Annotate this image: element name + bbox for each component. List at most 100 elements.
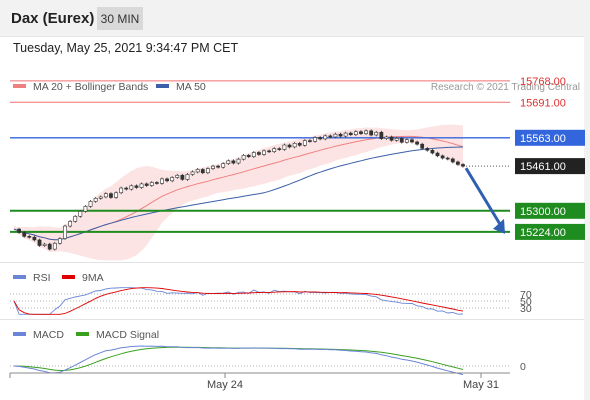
candle-body: [435, 152, 440, 157]
candle-body: [175, 174, 180, 178]
candle-body: [450, 158, 455, 163]
candle-body: [302, 140, 307, 146]
candle-body: [277, 148, 282, 150]
candle-body: [205, 168, 210, 174]
candle-body: [236, 158, 241, 164]
candle-body: [144, 183, 149, 186]
candle-body: [52, 242, 57, 250]
candle-body: [216, 165, 220, 168]
candle-body: [185, 174, 190, 180]
candle-body: [318, 137, 323, 140]
candle-body: [262, 150, 266, 155]
candle-body: [180, 174, 185, 180]
candle-body: [154, 182, 159, 184]
legend-swatch-1: [156, 84, 169, 88]
candle-body: [379, 131, 384, 139]
price-chart: MA 20 + Bollinger Bands MA 50 Research © 2…: [0, 0, 590, 400]
candle-body: [190, 171, 195, 175]
candle-body: [98, 196, 103, 199]
macd-line: [13, 345, 464, 376]
rsi-level-label: 30: [520, 303, 532, 315]
candle-body: [195, 169, 200, 173]
candle-body: [267, 150, 272, 153]
candle-body: [231, 160, 236, 164]
candle-body: [455, 161, 460, 165]
candle-body: [287, 144, 292, 148]
candle-body: [430, 149, 435, 154]
candle-body: [241, 154, 246, 160]
candle-body: [348, 132, 353, 136]
candle-body: [124, 187, 129, 190]
candle-body: [308, 140, 312, 142]
legend-label-0: MA 20 + Bollinger Bands: [33, 81, 148, 93]
candle-body: [328, 135, 333, 138]
candle-body: [42, 243, 47, 246]
candle-body: [359, 131, 363, 134]
macd-zero-label: 0: [520, 361, 526, 373]
rsi9ma-legend-swatch: [62, 275, 75, 279]
candle-body: [323, 135, 328, 140]
candle-body: [399, 138, 404, 143]
candle-body: [374, 131, 379, 136]
candle-body: [394, 138, 399, 141]
candle-body: [27, 236, 32, 238]
candle-body: [170, 177, 175, 182]
panel-divider-macd: [0, 319, 584, 320]
level-label-support-4: 15300.00: [520, 206, 566, 218]
candle-body: [333, 133, 338, 138]
candle-body: [369, 130, 374, 136]
candle-body: [109, 193, 113, 198]
level-label-last: 15461.00: [520, 161, 566, 173]
candle-body: [343, 132, 348, 137]
candle-body: [63, 225, 67, 239]
legend-swatch-0: [13, 84, 26, 88]
x-tick-label: May 24: [207, 379, 243, 391]
candle-body: [420, 143, 425, 149]
candle-body: [221, 163, 226, 168]
candle-body: [389, 136, 394, 141]
candle-body: [292, 143, 297, 148]
candle-body: [37, 239, 42, 246]
candle-body: [139, 183, 144, 188]
level-label-resistance-0: 15768.00: [520, 76, 566, 88]
candle-body: [297, 143, 302, 146]
level-label-support-5: 15224.00: [520, 227, 566, 239]
candle-body: [83, 206, 88, 212]
bollinger-band: [14, 124, 463, 261]
candle-body: [410, 139, 414, 143]
candle-body: [226, 160, 231, 164]
candle-body: [103, 193, 108, 198]
candle-body: [119, 187, 124, 194]
candle-body: [129, 185, 134, 190]
candle-body: [47, 243, 52, 250]
candle-body: [440, 155, 445, 159]
candle-body: [58, 238, 62, 244]
candle-body: [22, 232, 27, 237]
candle-body: [149, 182, 154, 186]
candle-body: [88, 201, 93, 207]
level-label-pivot: 15563.00: [520, 133, 566, 145]
forecast-arrow-shaft: [464, 167, 503, 227]
candle-body: [200, 169, 205, 174]
macd-signal-legend-swatch: [76, 332, 89, 336]
header-divider: [0, 36, 584, 37]
right-gutter: [584, 0, 590, 400]
rsi9ma-legend-label: 9MA: [82, 272, 104, 284]
candle-body: [445, 157, 450, 160]
candle-body: [338, 133, 343, 137]
macd-signal-line: [13, 346, 464, 372]
candle-body: [425, 148, 430, 151]
candle-body: [73, 216, 78, 222]
candle-body: [272, 148, 277, 152]
candle-body: [282, 144, 287, 150]
candle-body: [32, 236, 37, 241]
candle-body: [353, 131, 358, 136]
candle-body: [246, 154, 251, 157]
rsi-legend-swatch: [13, 275, 26, 279]
candle-body: [251, 152, 256, 157]
candle-body: [404, 139, 409, 143]
x-tick-label: May 31: [463, 379, 499, 391]
level-label-resistance-1: 15691.00: [520, 97, 566, 109]
candle-body: [257, 152, 261, 155]
candle-body: [68, 221, 73, 227]
